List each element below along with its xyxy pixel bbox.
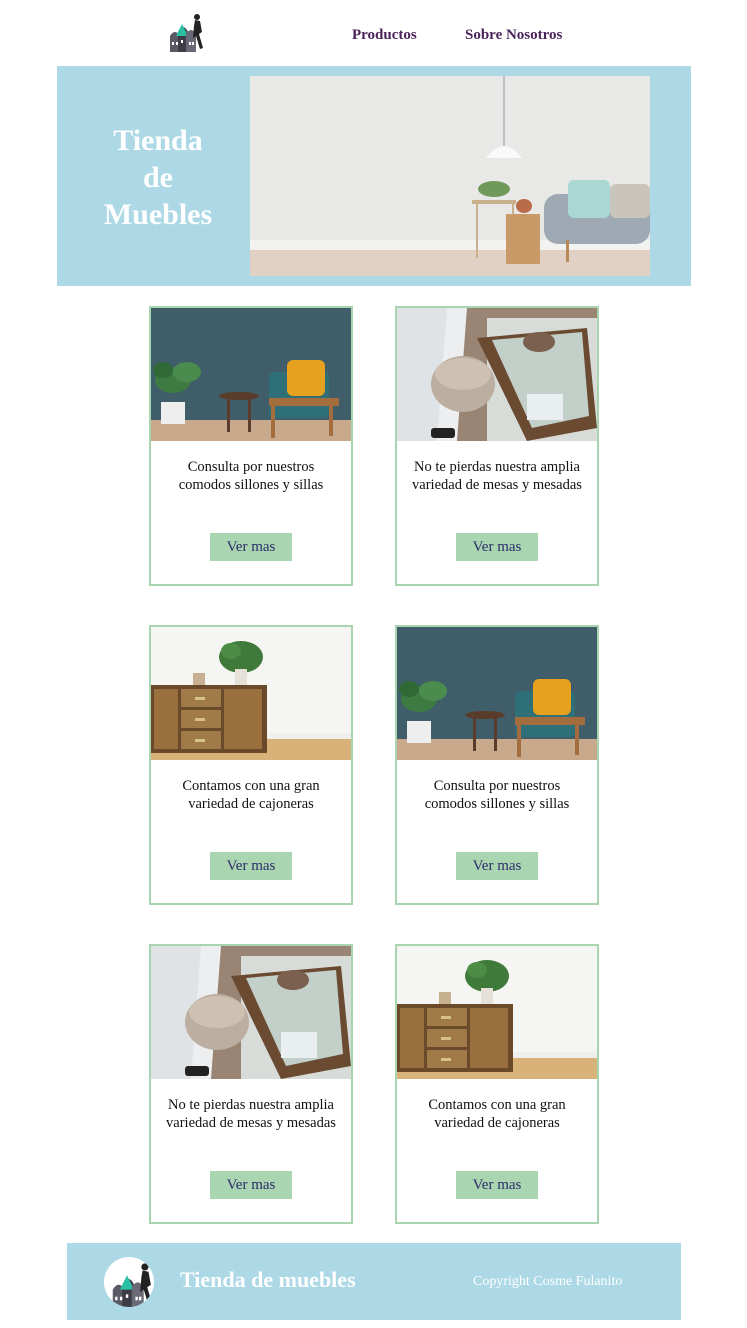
wooden-sideboard-image [397,946,597,1079]
furniture-store-logo-icon[interactable] [166,12,208,54]
card-description: Consulta por nuestros comodos sillones y… [178,459,324,493]
ver-mas-button[interactable]: Ver mas [210,533,292,561]
product-card: Consulta por nuestros comodos sillones y… [149,306,353,586]
card-description: Consulta por nuestros comodos sillones y… [424,778,570,812]
footer-logo [104,1257,154,1307]
ver-mas-button[interactable]: Ver mas [210,852,292,880]
pallet-table-bedroom-image [397,308,597,441]
hero-banner: Tienda de Muebles [57,66,691,286]
product-card: Consulta por nuestros comodos sillones y… [395,625,599,905]
ver-mas-button[interactable]: Ver mas [210,1171,292,1199]
card-description: Contamos con una gran variedad de cajone… [428,1097,566,1131]
product-card: Contamos con una gran variedad de cajone… [149,625,353,905]
footer: Tienda de muebles Copyright Cosme Fulani… [67,1243,681,1320]
pallet-table-bedroom-image [151,946,351,1079]
wooden-sideboard-image [151,627,351,760]
footer-title: Tienda de muebles [180,1267,356,1292]
header: Productos Sobre Nosotros [0,0,747,66]
ver-mas-button[interactable]: Ver mas [456,1171,538,1199]
hero-title: Tienda de Muebles [57,122,259,233]
armchair-room-image [397,627,597,760]
hero-title-line: de [143,161,173,194]
product-card: No te pierdas nuestra amplia variedad de… [395,306,599,586]
card-description: Contamos con una gran variedad de cajone… [182,778,320,812]
nav-link-productos[interactable]: Productos [352,27,417,44]
ver-mas-button[interactable]: Ver mas [456,533,538,561]
nav-link-sobre-nosotros[interactable]: Sobre Nosotros [465,27,562,44]
hero-living-room-image [250,76,650,276]
product-card: No te pierdas nuestra amplia variedad de… [149,944,353,1224]
hero-title-line: Muebles [103,198,213,231]
product-card: Contamos con una gran variedad de cajone… [395,944,599,1224]
ver-mas-button[interactable]: Ver mas [456,852,538,880]
hero-title-line: Tienda [113,124,203,157]
furniture-store-logo-icon [104,1257,154,1307]
armchair-room-image [151,308,351,441]
card-description: No te pierdas nuestra amplia variedad de… [166,1097,336,1131]
footer-copyright: Copyright Cosme Fulanito [473,1274,623,1289]
card-description: No te pierdas nuestra amplia variedad de… [412,459,582,493]
